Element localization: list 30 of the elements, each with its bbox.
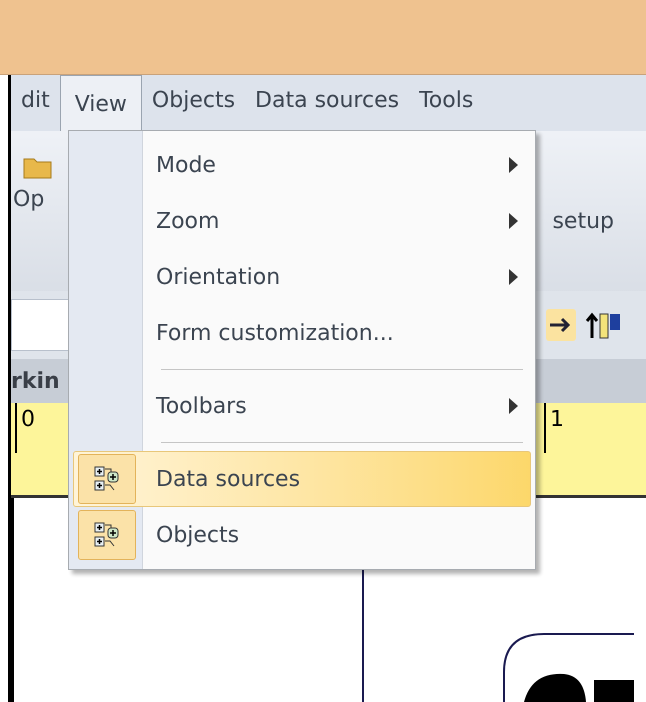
menu-item[interactable]: Objects bbox=[142, 80, 246, 121]
menu-entry[interactable]: Objects bbox=[73, 507, 531, 563]
menu-entry[interactable]: Form customization... bbox=[73, 305, 531, 361]
ruler-mark: 0 bbox=[15, 403, 35, 453]
align-icon[interactable] bbox=[546, 309, 576, 341]
submenu-arrow-icon bbox=[509, 157, 518, 173]
ruler-mark: 1 bbox=[544, 403, 564, 453]
panel-title: rkin bbox=[11, 368, 60, 396]
menu-entry-label: Zoom bbox=[156, 208, 220, 236]
menu-entry[interactable]: Data sources bbox=[73, 451, 531, 507]
menu-entry[interactable]: Mode bbox=[73, 137, 531, 193]
menu-item[interactable]: View bbox=[60, 75, 142, 131]
menu-entry-label: Toolbars bbox=[156, 392, 248, 420]
toolbar-label: Op bbox=[13, 186, 44, 214]
menu-entry-label: Orientation bbox=[156, 264, 282, 292]
menu-entry-label: Form customization... bbox=[156, 320, 395, 348]
menu-entry[interactable]: Zoom bbox=[73, 193, 531, 249]
submenu-arrow-icon bbox=[509, 213, 518, 229]
menu-entry-label: Objects bbox=[156, 522, 240, 550]
menu-item[interactable]: Data sources bbox=[245, 80, 410, 121]
menu-entry-label: Data sources bbox=[156, 466, 302, 494]
toolbar-label: setup bbox=[552, 208, 614, 236]
submenu-arrow-icon bbox=[509, 398, 518, 414]
menu-entry-label: Mode bbox=[156, 152, 217, 180]
menu-item[interactable]: dit bbox=[11, 80, 60, 121]
menu-entry[interactable]: Orientation bbox=[73, 249, 531, 305]
menu-item[interactable]: Tools bbox=[409, 80, 484, 121]
menu-entry[interactable]: Toolbars bbox=[73, 378, 531, 434]
input-field[interactable] bbox=[11, 299, 71, 351]
submenu-arrow-icon bbox=[509, 269, 518, 285]
